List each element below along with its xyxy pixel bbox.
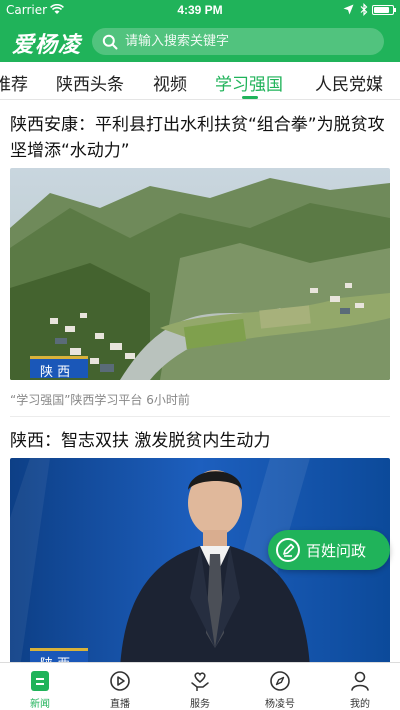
- bottom-tab-label: 我的: [350, 699, 370, 710]
- bottom-tab-label: 服务: [190, 699, 210, 710]
- news-item[interactable]: 陕西安康：平利县打出水利扶贫“组合拳”为脱贫攻坚增添“水动力” 陕 西 “学习强…: [0, 100, 400, 417]
- app-header: Carrier 4:39 PM 爱杨凌: [0, 0, 400, 62]
- bottom-tab-label: 直播: [110, 699, 130, 710]
- play-icon: [110, 671, 130, 691]
- article-title[interactable]: 陕西安康：平利县打出水利扶贫“组合拳”为脱贫攻坚增添“水动力”: [10, 112, 392, 164]
- article-title[interactable]: 陕西：智志双扶 激发脱贫内生动力: [10, 428, 392, 454]
- bottom-tab-label: 杨凌号: [265, 699, 295, 710]
- news-icon: [31, 671, 49, 691]
- app-screen: Carrier 4:39 PM 爱杨凌 请输入搜索关键字 荐 陕西头条 视频 学…: [0, 0, 400, 710]
- active-tab-indicator: [242, 96, 258, 99]
- location-arrow-icon: [343, 4, 354, 15]
- tab-people-party-media[interactable]: 人民党媒: [315, 70, 383, 95]
- user-icon: [351, 671, 369, 691]
- citizen-inquiry-label: 百姓问政: [306, 542, 367, 560]
- tab-xuexi-qiangguo[interactable]: 学习强国: [215, 70, 283, 95]
- article-source: “学习强国”陕西学习平台: [10, 393, 143, 407]
- compass-icon: [270, 671, 290, 691]
- bottom-tab-services[interactable]: 服务: [160, 663, 240, 710]
- bottom-tab-bar: 新闻 直播 服务 杨凌号 我的: [0, 662, 400, 710]
- bluetooth-icon: [360, 3, 368, 16]
- battery-icon: [372, 5, 396, 15]
- article-image[interactable]: 陕 西: [10, 168, 390, 380]
- heart-hand-icon: [191, 672, 209, 691]
- news-feed[interactable]: 陕西安康：平利县打出水利扶贫“组合拳”为脱贫攻坚增添“水动力” 陕 西 “学习强…: [0, 100, 400, 662]
- app-logo: 爱杨凌: [12, 32, 82, 58]
- clock-label: 4:39 PM: [177, 3, 223, 17]
- bottom-tab-news[interactable]: 新闻: [0, 663, 80, 710]
- bottom-tab-yangling-account[interactable]: 杨凌号: [240, 663, 320, 710]
- mountain-valley-photo: [10, 168, 390, 380]
- tab-shaanxi-headlines[interactable]: 陕西头条: [56, 70, 124, 95]
- article-meta: “学习强国”陕西学习平台 6小时前: [10, 391, 190, 408]
- article-time: 6小时前: [146, 393, 190, 407]
- search-input[interactable]: [125, 28, 375, 55]
- channel-tabs: 推荐 陕西头条 视频 学习强国 人民党媒: [0, 62, 400, 100]
- bottom-tab-live[interactable]: 直播: [80, 663, 160, 710]
- tab-video[interactable]: 视频: [153, 70, 187, 95]
- channel-caption: 陕 西: [30, 356, 88, 380]
- search-bar[interactable]: [92, 28, 384, 55]
- edit-icon: [276, 538, 300, 562]
- tab-recommend[interactable]: 推荐: [0, 70, 28, 95]
- citizen-inquiry-button[interactable]: 百姓问政: [268, 530, 390, 570]
- status-bar: Carrier 4:39 PM: [0, 0, 400, 20]
- bottom-tab-label: 新闻: [30, 699, 50, 710]
- channel-caption: 陕 西: [30, 648, 88, 662]
- search-icon: [102, 34, 118, 50]
- feed-divider: [10, 416, 390, 417]
- bottom-tab-me[interactable]: 我的: [320, 663, 400, 710]
- battery-level: [374, 7, 390, 13]
